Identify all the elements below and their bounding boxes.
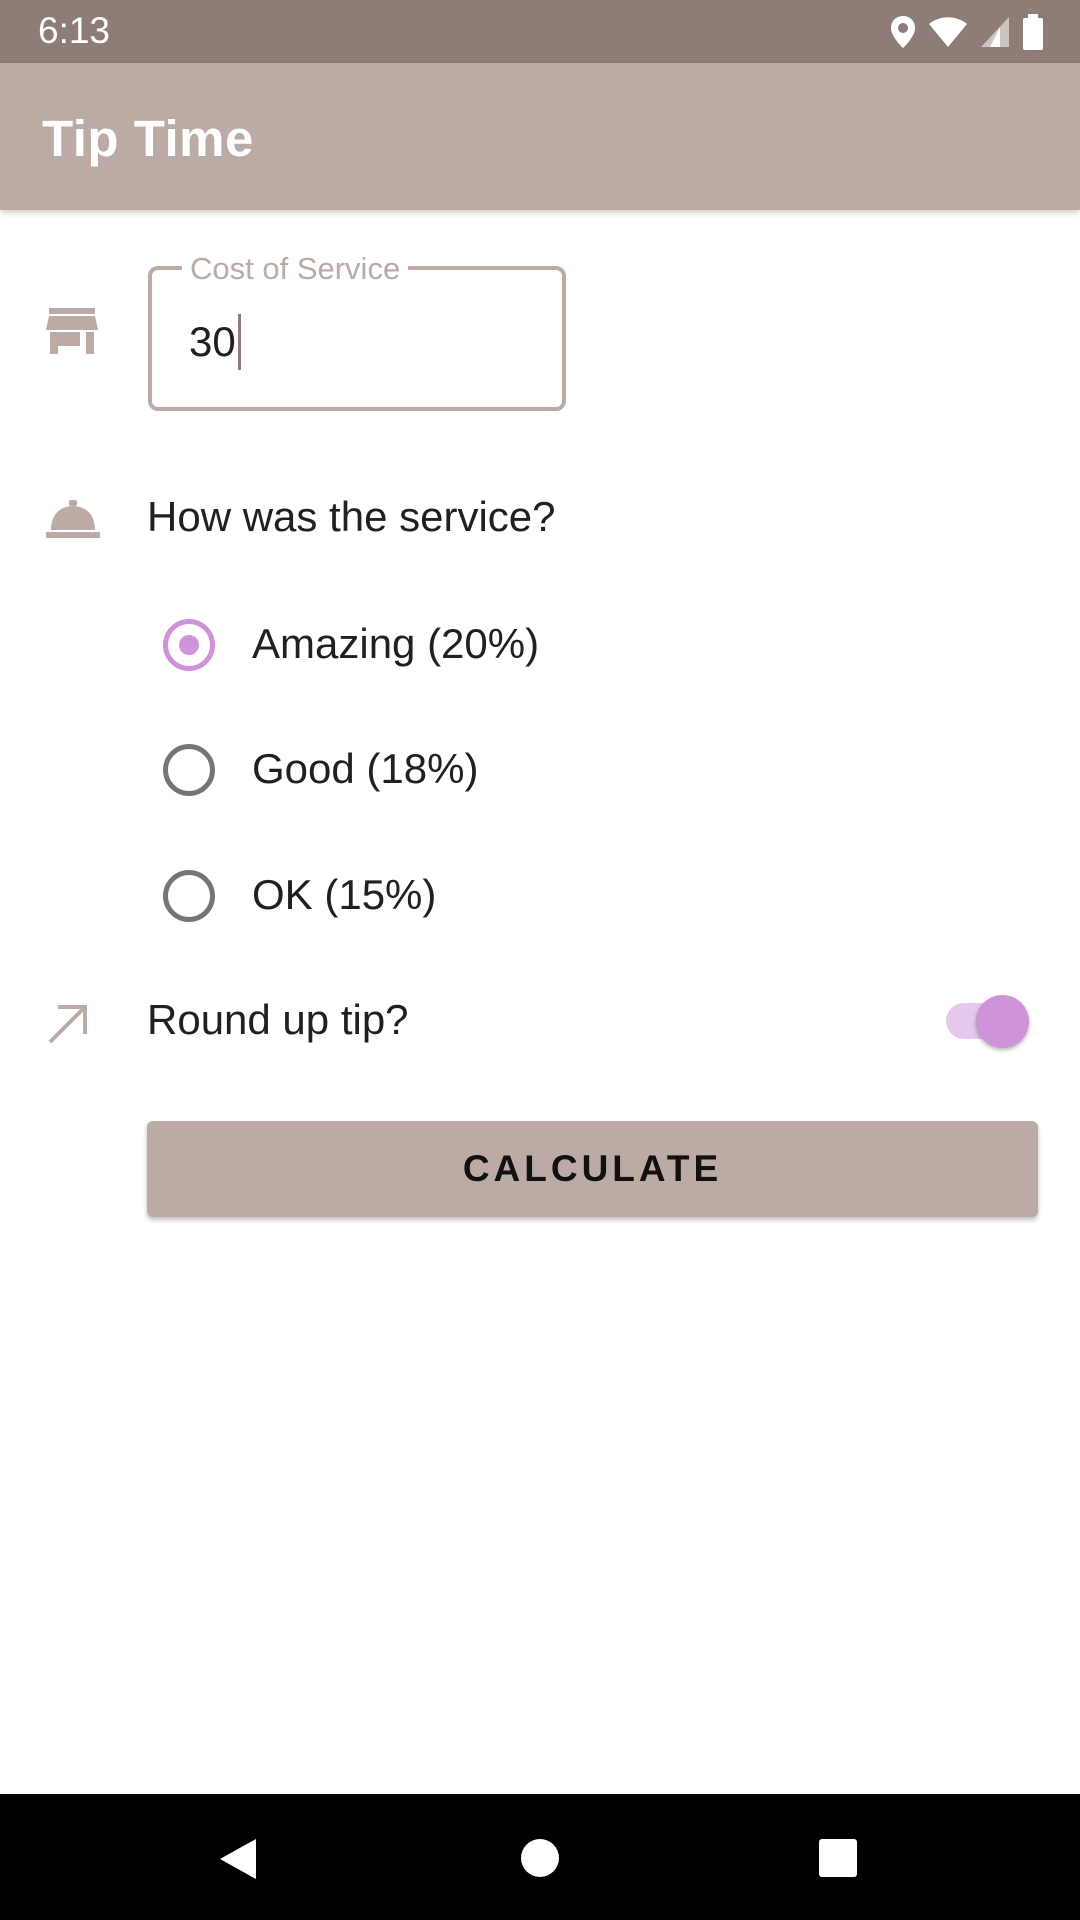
screen: 6:13 Tip Time Cost of Service 30 How was… [0, 0, 1080, 1920]
radio-amazing[interactable] [163, 619, 215, 671]
tip-option-ok[interactable]: OK (15%) [160, 861, 760, 931]
radio-ok[interactable] [163, 870, 215, 922]
app-bar: Tip Time [0, 63, 1080, 210]
round-up-switch-thumb[interactable] [976, 995, 1029, 1048]
signal-icon [980, 16, 1010, 48]
app-title: Tip Time [42, 110, 254, 167]
radio-dot [179, 635, 199, 655]
status-icons [890, 12, 1044, 52]
recents-icon[interactable] [818, 1838, 858, 1883]
tip-option-good[interactable]: Good (18%) [160, 735, 760, 805]
home-icon[interactable] [520, 1838, 560, 1883]
cost-of-service-value[interactable]: 30 [189, 318, 236, 366]
radio-label-amazing: Amazing (20%) [252, 620, 540, 667]
status-bar: 6:13 [0, 0, 1080, 63]
service-question: How was the service? [147, 493, 556, 540]
radio-good[interactable] [163, 744, 215, 796]
back-icon[interactable] [218, 1837, 258, 1886]
calculate-button[interactable]: CALCULATE [147, 1121, 1038, 1217]
radio-label-good: Good (18%) [252, 745, 479, 792]
battery-icon [1022, 14, 1044, 50]
cost-of-service-label: Cost of Service [182, 250, 409, 288]
cost-of-service-value-wrap[interactable]: 30 [189, 314, 241, 370]
text-cursor [237, 314, 241, 370]
room-service-icon [46, 500, 100, 543]
status-time: 6:13 [38, 10, 111, 51]
round-up-arrow-icon [46, 1002, 90, 1051]
round-up-label: Round up tip? [147, 996, 409, 1043]
tip-option-amazing[interactable]: Amazing (20%) [160, 610, 760, 680]
store-icon [46, 308, 98, 359]
wifi-icon [928, 16, 968, 48]
radio-label-ok: OK (15%) [252, 871, 437, 918]
location-icon [890, 15, 916, 49]
nav-bar [0, 1794, 1080, 1920]
